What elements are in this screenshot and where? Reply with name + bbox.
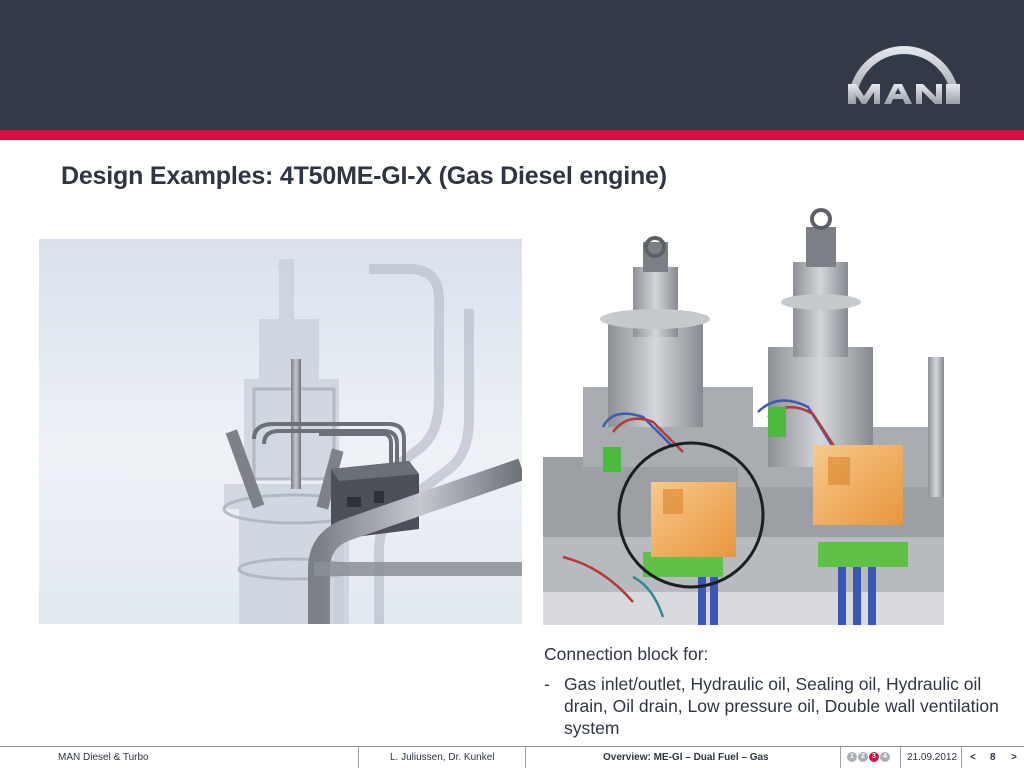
footer-divider [358,747,359,768]
bullet-marker: - [544,674,550,694]
page-number: 8 [990,752,996,763]
caption-block: Connection block for: - Gas inlet/outlet… [544,643,1019,739]
section-indicator[interactable]: 1 2 3 4 [847,752,890,764]
section-3-dot[interactable]: 3 [869,752,879,762]
section-4-dot[interactable]: 4 [880,752,890,762]
footer-company: MAN Diesel & Turbo [58,752,149,763]
header-bar [0,0,1024,130]
footer-divider [840,747,841,768]
footer-divider [525,747,526,768]
caption-heading: Connection block for: [544,644,709,664]
section-1-dot[interactable]: 1 [847,752,857,762]
prev-page-button[interactable]: < [970,747,976,768]
man-logo [848,46,960,104]
connection-block-image [543,207,944,625]
footer-bar: MAN Diesel & Turbo L. Juliussen, Dr. Kun… [0,746,1024,768]
next-page-button[interactable]: > [1011,747,1017,768]
footer-date: 21.09.2012 [907,752,958,763]
bullet-text: Gas inlet/outlet, Hydraulic oil, Sealing… [564,674,999,738]
footer-topic: Overview: ME-GI – Dual Fuel – Gas [603,752,769,763]
slide-title: Design Examples: 4T50ME-GI-X (Gas Diesel… [61,162,667,190]
footer-authors: L. Juliussen, Dr. Kunkel [390,752,495,763]
engine-cutaway-image [39,239,522,624]
caption-bullet: - Gas inlet/outlet, Hydraulic oil, Seali… [544,673,1019,739]
footer-divider [900,747,901,768]
footer-divider [961,747,962,768]
header-accent-stripe [0,130,1024,140]
section-2-dot[interactable]: 2 [858,752,868,762]
